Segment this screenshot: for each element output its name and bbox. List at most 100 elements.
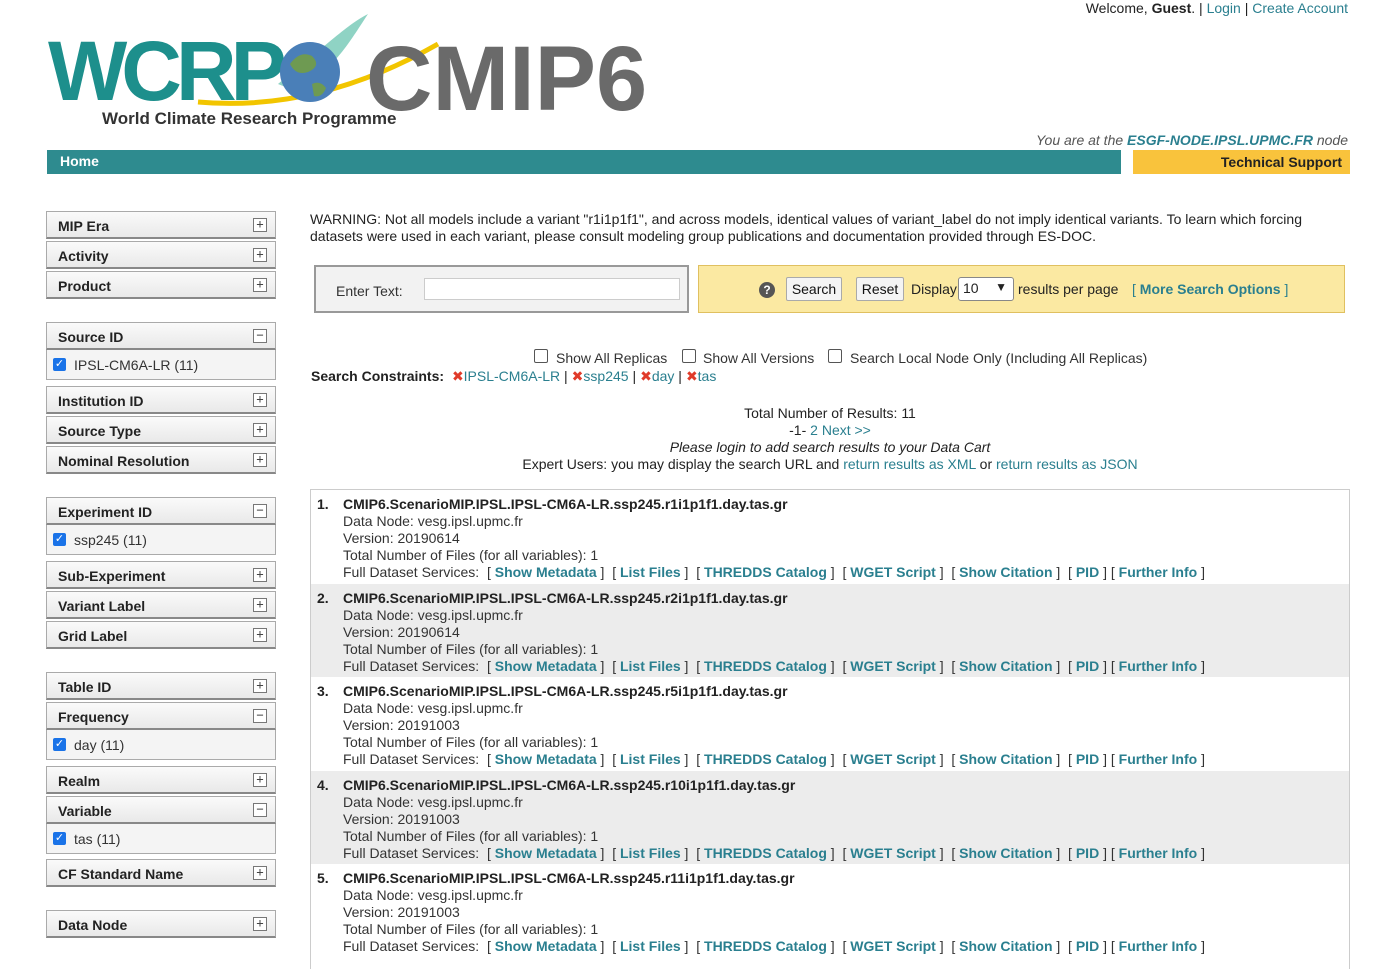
show-metadata-link[interactable]: Show Metadata [495,658,597,674]
facet-data-node[interactable]: Data Node + [46,910,276,938]
expand-icon[interactable]: + [253,917,267,931]
pid-link[interactable]: PID [1076,564,1099,580]
list-files-link[interactable]: List Files [620,658,681,674]
expand-icon[interactable]: + [253,218,267,232]
expand-icon[interactable]: + [253,453,267,467]
citation-link[interactable]: Show Citation [959,938,1052,954]
more-search-options-link[interactable]: [ More Search Options ] [1132,281,1288,297]
expand-icon[interactable]: + [253,628,267,642]
checked-checkbox-icon[interactable]: ✓ [53,533,66,546]
citation-link[interactable]: Show Citation [959,751,1052,767]
checked-checkbox-icon[interactable]: ✓ [53,832,66,845]
node-link[interactable]: ESGF-NODE.IPSL.UPMC.FR [1127,132,1313,148]
expand-icon[interactable]: + [253,568,267,582]
reset-button[interactable]: Reset [856,277,904,301]
list-files-link[interactable]: List Files [620,938,681,954]
pid-link[interactable]: PID [1076,845,1099,861]
facet-variant-label[interactable]: Variant Label + [46,591,276,619]
remove-constraint-icon[interactable]: ✖ [452,368,464,384]
constraint-link[interactable]: ssp245 [583,368,628,384]
further-info-link[interactable]: Further Info [1119,751,1198,767]
facet-sub-experiment[interactable]: Sub-Experiment + [46,561,276,589]
thredds-link[interactable]: THREDDS Catalog [704,938,827,954]
collapse-icon[interactable]: − [253,803,267,817]
thredds-link[interactable]: THREDDS Catalog [704,658,827,674]
expand-icon[interactable]: + [253,866,267,880]
expand-icon[interactable]: + [253,278,267,292]
constraint-link[interactable]: tas [698,368,717,384]
remove-constraint-icon[interactable]: ✖ [572,368,584,384]
expand-icon[interactable]: + [253,248,267,262]
facet-variable[interactable]: Variable − [46,796,276,824]
pid-link[interactable]: PID [1076,938,1099,954]
next-page-link[interactable]: 2 Next >> [810,422,871,438]
expand-icon[interactable]: + [253,393,267,407]
facet-cf-standard-name[interactable]: CF Standard Name + [46,859,276,887]
citation-link[interactable]: Show Citation [959,658,1052,674]
thredds-link[interactable]: THREDDS Catalog [704,564,827,580]
technical-support-link[interactable]: Technical Support [1133,150,1350,174]
citation-link[interactable]: Show Citation [959,845,1052,861]
wget-link[interactable]: WGET Script [850,658,936,674]
show-all-versions-checkbox[interactable] [682,349,696,363]
further-info-link[interactable]: Further Info [1119,845,1198,861]
facet-table-id[interactable]: Table ID + [46,672,276,700]
facet-option-frequency[interactable]: ✓ day (11) [46,730,276,760]
facet-experiment-id[interactable]: Experiment ID − [46,497,276,525]
expand-icon[interactable]: + [253,423,267,437]
facet-nominal-resolution[interactable]: Nominal Resolution + [46,446,276,474]
checked-checkbox-icon[interactable]: ✓ [53,738,66,751]
list-files-link[interactable]: List Files [620,751,681,767]
expand-icon[interactable]: + [253,598,267,612]
collapse-icon[interactable]: − [253,709,267,723]
search-button[interactable]: Search [786,277,842,301]
facet-mip-era[interactable]: MIP Era + [46,211,276,239]
facet-source-type[interactable]: Source Type + [46,416,276,444]
constraint-link[interactable]: day [652,368,675,384]
list-files-link[interactable]: List Files [620,564,681,580]
xml-link[interactable]: return results as XML [843,456,976,472]
further-info-link[interactable]: Further Info [1119,564,1198,580]
show-metadata-link[interactable]: Show Metadata [495,845,597,861]
home-link[interactable]: Home [60,153,99,169]
thredds-link[interactable]: THREDDS Catalog [704,845,827,861]
show-metadata-link[interactable]: Show Metadata [495,564,597,580]
create-account-link[interactable]: Create Account [1252,0,1348,16]
checked-checkbox-icon[interactable]: ✓ [53,358,66,371]
expand-icon[interactable]: + [253,679,267,693]
wget-link[interactable]: WGET Script [850,938,936,954]
facet-option-experiment-id[interactable]: ✓ ssp245 (11) [46,525,276,555]
facet-activity[interactable]: Activity + [46,241,276,269]
results-per-page-select[interactable]: 10 ▼ [958,277,1014,301]
list-files-link[interactable]: List Files [620,845,681,861]
show-metadata-link[interactable]: Show Metadata [495,751,597,767]
local-node-only-checkbox[interactable] [828,349,842,363]
remove-constraint-icon[interactable]: ✖ [686,368,698,384]
pid-link[interactable]: PID [1076,658,1099,674]
collapse-icon[interactable]: − [253,329,267,343]
constraint-link[interactable]: IPSL-CM6A-LR [464,368,560,384]
wget-link[interactable]: WGET Script [850,751,936,767]
search-input[interactable] [424,278,680,300]
wget-link[interactable]: WGET Script [850,845,936,861]
further-info-link[interactable]: Further Info [1119,658,1198,674]
help-icon[interactable]: ? [759,282,775,298]
facet-product[interactable]: Product + [46,271,276,299]
json-link[interactable]: return results as JSON [996,456,1138,472]
facet-option-variable[interactable]: ✓ tas (11) [46,824,276,854]
further-info-link[interactable]: Further Info [1119,938,1198,954]
login-link[interactable]: Login [1207,0,1241,16]
facet-realm[interactable]: Realm + [46,766,276,794]
show-all-replicas-checkbox[interactable] [534,349,548,363]
expand-icon[interactable]: + [253,773,267,787]
facet-option-source-id[interactable]: ✓ IPSL-CM6A-LR (11) [46,350,276,380]
facet-frequency[interactable]: Frequency − [46,702,276,730]
show-metadata-link[interactable]: Show Metadata [495,938,597,954]
pid-link[interactable]: PID [1076,751,1099,767]
thredds-link[interactable]: THREDDS Catalog [704,751,827,767]
facet-grid-label[interactable]: Grid Label + [46,621,276,649]
collapse-icon[interactable]: − [253,504,267,518]
citation-link[interactable]: Show Citation [959,564,1052,580]
remove-constraint-icon[interactable]: ✖ [640,368,652,384]
facet-institution-id[interactable]: Institution ID + [46,386,276,414]
